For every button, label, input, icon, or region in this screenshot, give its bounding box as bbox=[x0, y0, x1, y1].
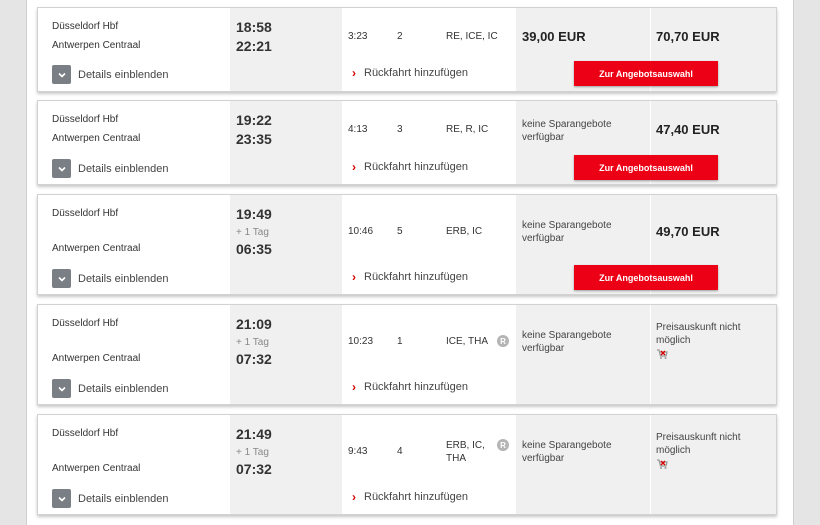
departure-time: 21:49 bbox=[236, 426, 272, 442]
chevron-down-icon bbox=[52, 65, 71, 84]
sparpreis-note: keine Sparangebote verfügbar bbox=[522, 330, 612, 354]
details-label: Details einblenden bbox=[78, 272, 169, 285]
departure-station: Düsseldorf Hbf bbox=[52, 114, 119, 125]
add-return-link[interactable]: › Rückfahrt hinzufügen bbox=[352, 159, 468, 174]
duration: 10:46 bbox=[348, 226, 374, 237]
details-label: Details einblenden bbox=[78, 492, 169, 505]
plus-day-label: + 1 Tag bbox=[236, 227, 269, 238]
offer-selection-button[interactable]: Zur Angebotsauswahl bbox=[574, 61, 718, 86]
departure-time: 18:58 bbox=[236, 19, 272, 35]
flexpreis-price[interactable]: 47,40 EUR bbox=[656, 122, 720, 137]
changes-count: 1 bbox=[397, 336, 403, 347]
details-label: Details einblenden bbox=[78, 382, 169, 395]
changes-count: 3 bbox=[397, 124, 403, 135]
add-return-link[interactable]: › Rückfahrt hinzufügen bbox=[352, 269, 468, 284]
duration: 4:13 bbox=[348, 124, 368, 135]
changes-count: 5 bbox=[397, 226, 403, 237]
connection-card: Düsseldorf Hbf Antwerpen Centraal Detail… bbox=[37, 194, 777, 295]
cart-icon[interactable] bbox=[656, 347, 668, 359]
add-return-link[interactable]: › Rückfahrt hinzufügen bbox=[352, 489, 468, 504]
departure-time: 19:49 bbox=[236, 206, 272, 222]
plus-day-label: + 1 Tag bbox=[236, 337, 269, 348]
departure-station: Düsseldorf Hbf bbox=[52, 208, 119, 219]
chevron-right-icon: › bbox=[352, 159, 356, 174]
duration: 9:43 bbox=[348, 446, 368, 457]
sparpreis-note: keine Sparangebote verfügbar bbox=[522, 220, 612, 244]
plus-day-label: + 1 Tag bbox=[236, 447, 269, 458]
changes-count: 4 bbox=[397, 446, 403, 457]
products: RE, R, IC bbox=[446, 124, 489, 135]
products: ERB, IC bbox=[446, 226, 483, 237]
arrival-time: 22:21 bbox=[236, 38, 272, 54]
sparpreis-note: keine Sparangebote verfügbar bbox=[522, 440, 612, 464]
offer-selection-button[interactable]: Zur Angebotsauswahl bbox=[574, 265, 718, 290]
flexpreis-note: Preisauskunft nicht möglich bbox=[656, 322, 741, 346]
reservation-icon: R bbox=[497, 335, 509, 347]
departure-station: Düsseldorf Hbf bbox=[52, 318, 119, 329]
sparpreis-price[interactable]: 39,00 EUR bbox=[522, 29, 586, 44]
connection-card: Düsseldorf Hbf Antwerpen Centraal Detail… bbox=[37, 100, 777, 185]
flexpreis-column bbox=[650, 305, 776, 404]
products: RE, ICE, IC bbox=[446, 31, 498, 42]
details-toggle[interactable]: Details einblenden bbox=[52, 269, 169, 288]
add-return-label: Rückfahrt hinzufügen bbox=[364, 161, 468, 173]
add-return-link[interactable]: › Rückfahrt hinzufügen bbox=[352, 65, 468, 80]
details-label: Details einblenden bbox=[78, 68, 169, 81]
reservation-icon: R bbox=[497, 439, 509, 451]
details-toggle[interactable]: Details einblenden bbox=[52, 65, 169, 84]
offer-selection-button[interactable]: Zur Angebotsauswahl bbox=[574, 155, 718, 180]
chevron-down-icon bbox=[52, 159, 71, 178]
departure-time: 21:09 bbox=[236, 316, 272, 332]
products: ERB, IC, THA bbox=[446, 440, 485, 464]
connection-card: Düsseldorf Hbf Antwerpen Centraal Detail… bbox=[37, 304, 777, 405]
products: ICE, THA bbox=[446, 336, 489, 347]
flexpreis-price[interactable]: 70,70 EUR bbox=[656, 29, 720, 44]
chevron-right-icon: › bbox=[352, 379, 356, 394]
arrival-station: Antwerpen Centraal bbox=[52, 243, 141, 254]
details-toggle[interactable]: Details einblenden bbox=[52, 489, 169, 508]
chevron-right-icon: › bbox=[352, 269, 356, 284]
chevron-right-icon: › bbox=[352, 489, 356, 504]
departure-station: Düsseldorf Hbf bbox=[52, 21, 119, 32]
chevron-down-icon bbox=[52, 489, 71, 508]
results-page: Düsseldorf Hbf Antwerpen Centraal Detail… bbox=[26, 0, 794, 525]
arrival-station: Antwerpen Centraal bbox=[52, 463, 141, 474]
arrival-time: 07:32 bbox=[236, 351, 272, 367]
add-return-label: Rückfahrt hinzufügen bbox=[364, 381, 468, 393]
details-label: Details einblenden bbox=[78, 162, 169, 175]
connection-card: Düsseldorf Hbf Antwerpen Centraal Detail… bbox=[37, 7, 777, 92]
arrival-station: Antwerpen Centraal bbox=[52, 353, 141, 364]
arrival-station: Antwerpen Centraal bbox=[52, 40, 141, 51]
connection-card: Düsseldorf Hbf Antwerpen Centraal Detail… bbox=[37, 414, 777, 515]
chevron-down-icon bbox=[52, 269, 71, 288]
departure-station: Düsseldorf Hbf bbox=[52, 428, 119, 439]
chevron-right-icon: › bbox=[352, 65, 356, 80]
details-toggle[interactable]: Details einblenden bbox=[52, 159, 169, 178]
changes-count: 2 bbox=[397, 31, 403, 42]
arrival-station: Antwerpen Centraal bbox=[52, 133, 141, 144]
arrival-time: 06:35 bbox=[236, 241, 272, 257]
add-return-label: Rückfahrt hinzufügen bbox=[364, 491, 468, 503]
departure-time: 19:22 bbox=[236, 112, 272, 128]
add-return-label: Rückfahrt hinzufügen bbox=[364, 67, 468, 79]
add-return-link[interactable]: › Rückfahrt hinzufügen bbox=[352, 379, 468, 394]
arrival-time: 23:35 bbox=[236, 131, 272, 147]
sparpreis-note: keine Sparangebote verfügbar bbox=[522, 119, 612, 143]
chevron-down-icon bbox=[52, 379, 71, 398]
flexpreis-price[interactable]: 49,70 EUR bbox=[656, 224, 720, 239]
details-toggle[interactable]: Details einblenden bbox=[52, 379, 169, 398]
flexpreis-note: Preisauskunft nicht möglich bbox=[656, 432, 741, 456]
cart-icon[interactable] bbox=[656, 457, 668, 469]
duration: 10:23 bbox=[348, 336, 374, 347]
duration: 3:23 bbox=[348, 31, 368, 42]
flexpreis-column bbox=[650, 415, 776, 514]
add-return-label: Rückfahrt hinzufügen bbox=[364, 271, 468, 283]
arrival-time: 07:32 bbox=[236, 461, 272, 477]
